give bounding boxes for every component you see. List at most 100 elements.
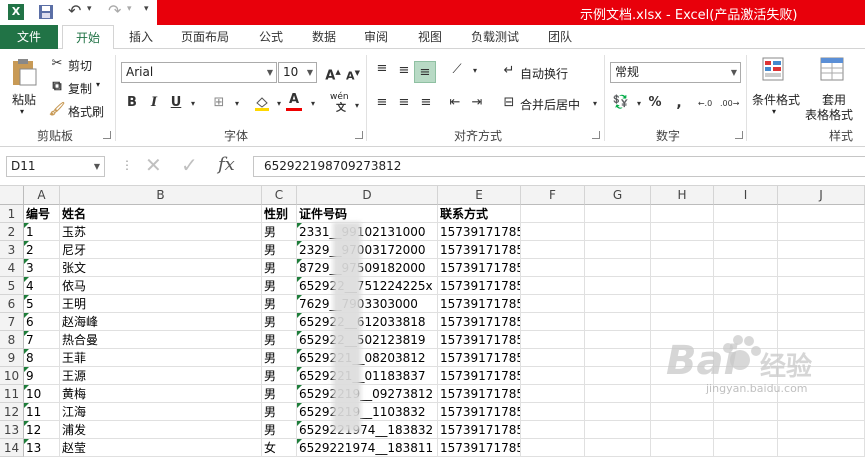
cell-b7[interactable]: 赵海峰 xyxy=(60,313,262,331)
increase-decimal-icon[interactable]: ←.0 xyxy=(696,96,714,112)
cell-i6[interactable] xyxy=(714,295,778,313)
increase-indent-icon[interactable]: ⇥ xyxy=(468,95,486,111)
row-header[interactable]: 8 xyxy=(0,331,24,349)
insert-function-button[interactable]: fx xyxy=(218,154,235,175)
cell-j5[interactable] xyxy=(778,277,865,295)
row-header[interactable]: 7 xyxy=(0,313,24,331)
select-all-corner[interactable] xyxy=(0,186,24,205)
cell-g10[interactable] xyxy=(585,367,651,385)
cell-a9[interactable]: 8 xyxy=(24,349,60,367)
number-format-select[interactable]: 常规 ▼ xyxy=(610,62,741,83)
redo-icon[interactable]: ↷ xyxy=(108,3,124,20)
row-header[interactable]: 4 xyxy=(0,259,24,277)
cell-j12[interactable] xyxy=(778,403,865,421)
percent-button[interactable]: % xyxy=(646,95,664,111)
cell-h1[interactable] xyxy=(651,205,714,223)
cut-button[interactable]: 剪切 xyxy=(68,57,92,74)
redo-dropdown-icon[interactable]: ▾ xyxy=(127,4,143,20)
cell-g4[interactable] xyxy=(585,259,651,277)
cell-g6[interactable] xyxy=(585,295,651,313)
cell-f4[interactable] xyxy=(521,259,585,277)
cell-j6[interactable] xyxy=(778,295,865,313)
wrap-text-icon[interactable]: ↵ xyxy=(500,63,518,79)
font-size-select[interactable]: 10 ▼ xyxy=(278,62,317,83)
column-header[interactable]: E xyxy=(438,186,521,205)
cell-d5[interactable]: 652922__751224225x xyxy=(297,277,438,295)
cell-c9[interactable]: 男 xyxy=(262,349,297,367)
cell-g2[interactable] xyxy=(585,223,651,241)
cell-a5[interactable]: 4 xyxy=(24,277,60,295)
format-painter-button[interactable]: 格式刷 xyxy=(68,103,104,120)
font-color-dropdown-icon[interactable]: ▾ xyxy=(304,96,322,112)
row-header[interactable]: 14 xyxy=(0,439,24,457)
tab-file[interactable]: 文件 xyxy=(0,25,58,49)
cell-i3[interactable] xyxy=(714,241,778,259)
cell-f6[interactable] xyxy=(521,295,585,313)
align-middle-icon[interactable]: ≡ xyxy=(395,63,413,79)
cell-c3[interactable]: 男 xyxy=(262,241,297,259)
cell-i14[interactable] xyxy=(714,439,778,457)
cell-e2[interactable]: 15739171785 xyxy=(438,223,521,241)
cell-d9[interactable]: 6529221__08203812 xyxy=(297,349,438,367)
cell-f11[interactable] xyxy=(521,385,585,403)
cell-b14[interactable]: 赵莹 xyxy=(60,439,262,457)
bold-button[interactable]: B xyxy=(123,95,141,111)
borders-icon[interactable]: ⊞ xyxy=(210,95,228,111)
cell-g3[interactable] xyxy=(585,241,651,259)
increase-font-icon[interactable]: A▲ xyxy=(324,64,342,83)
cell-e12[interactable]: 15739171785 xyxy=(438,403,521,421)
cell-j2[interactable] xyxy=(778,223,865,241)
tab-page-layout[interactable]: 页面布局 xyxy=(172,25,238,49)
font-launcher-icon[interactable] xyxy=(355,131,363,139)
font-name-select[interactable]: Arial ▼ xyxy=(121,62,277,83)
wrap-text-button[interactable]: 自动换行 xyxy=(520,65,568,82)
align-right-icon[interactable]: ≡ xyxy=(417,95,435,111)
cell-b11[interactable]: 黄梅 xyxy=(60,385,262,403)
copy-dropdown-icon[interactable]: ▾ xyxy=(96,80,100,89)
orientation-dropdown-icon[interactable]: ▾ xyxy=(466,63,484,79)
cell-c14[interactable]: 女 xyxy=(262,439,297,457)
cell-d7[interactable]: 652922__612033818 xyxy=(297,313,438,331)
row-header[interactable]: 6 xyxy=(0,295,24,313)
cell-f7[interactable] xyxy=(521,313,585,331)
cell-g13[interactable] xyxy=(585,421,651,439)
tab-view[interactable]: 视图 xyxy=(408,25,452,49)
column-header[interactable]: D xyxy=(297,186,438,205)
cell-b6[interactable]: 王明 xyxy=(60,295,262,313)
cell-i13[interactable] xyxy=(714,421,778,439)
underline-dropdown-icon[interactable]: ▾ xyxy=(184,96,202,112)
row-header[interactable]: 1 xyxy=(0,205,24,223)
cell-d13[interactable]: 6529221974__183832 xyxy=(297,421,438,439)
cell-h4[interactable] xyxy=(651,259,714,277)
cell-g9[interactable] xyxy=(585,349,651,367)
align-left-icon[interactable]: ≡ xyxy=(373,95,391,111)
cell-c5[interactable]: 男 xyxy=(262,277,297,295)
row-header[interactable]: 3 xyxy=(0,241,24,259)
cell-d8[interactable]: 652922__502123819 xyxy=(297,331,438,349)
cell-j14[interactable] xyxy=(778,439,865,457)
cell-h6[interactable] xyxy=(651,295,714,313)
merge-dropdown-icon[interactable]: ▾ xyxy=(586,96,604,112)
enter-icon[interactable]: ✓ xyxy=(181,154,201,176)
copy-icon[interactable]: ⧉ xyxy=(48,79,66,95)
cell-c12[interactable]: 男 xyxy=(262,403,297,421)
cell-i7[interactable] xyxy=(714,313,778,331)
cell-e6[interactable]: 15739171785 xyxy=(438,295,521,313)
cell-c13[interactable]: 男 xyxy=(262,421,297,439)
cell-i4[interactable] xyxy=(714,259,778,277)
cell-b1[interactable]: 姓名 xyxy=(60,205,262,223)
cell-b13[interactable]: 浦发 xyxy=(60,421,262,439)
cell-f1[interactable] xyxy=(521,205,585,223)
cell-d12[interactable]: 65292219__1103832 xyxy=(297,403,438,421)
cell-d2[interactable]: 2331__99102131000 xyxy=(297,223,438,241)
cell-f13[interactable] xyxy=(521,421,585,439)
cell-f5[interactable] xyxy=(521,277,585,295)
tab-home[interactable]: 开始 xyxy=(62,25,114,50)
column-header[interactable]: A xyxy=(24,186,60,205)
cell-i2[interactable] xyxy=(714,223,778,241)
cell-g5[interactable] xyxy=(585,277,651,295)
tab-formulas[interactable]: 公式 xyxy=(248,25,294,49)
row-header[interactable]: 5 xyxy=(0,277,24,295)
cell-e3[interactable]: 15739171785 xyxy=(438,241,521,259)
italic-button[interactable]: I xyxy=(145,95,163,111)
